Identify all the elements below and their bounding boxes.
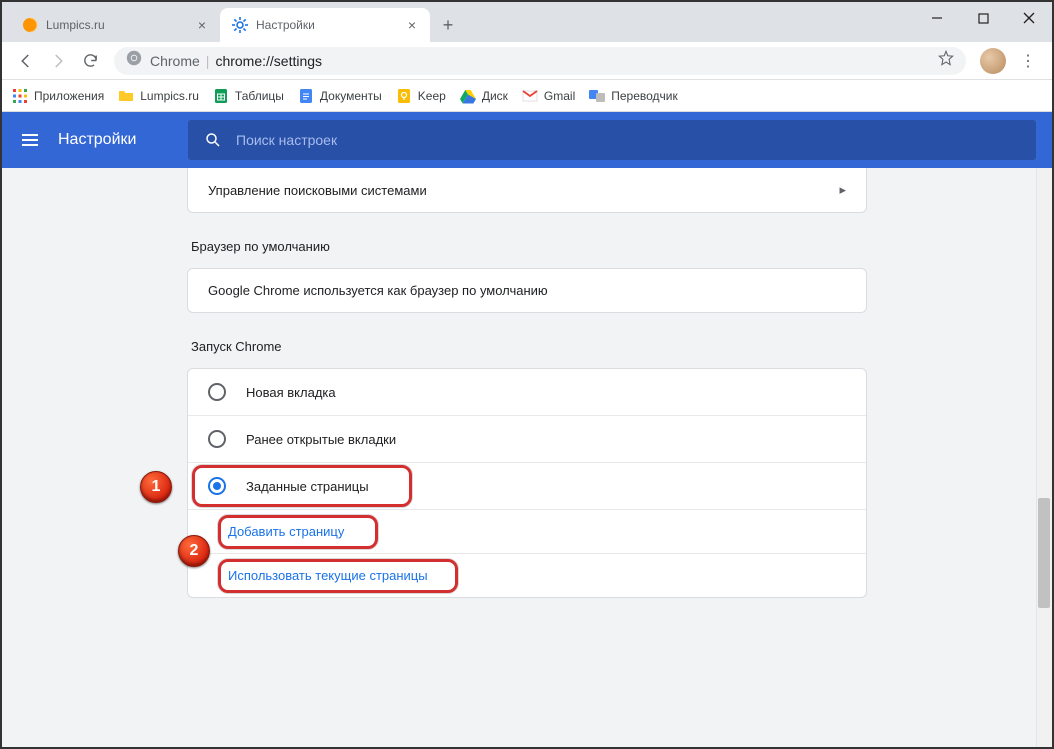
bookmark-label: Приложения (34, 89, 104, 103)
drive-icon (460, 88, 476, 104)
bookmark-label: Документы (320, 89, 382, 103)
menu-icon[interactable] (22, 134, 38, 146)
startup-option-newtab[interactable]: Новая вкладка (188, 369, 866, 415)
tab-lumpics[interactable]: Lumpics.ru × (10, 8, 220, 42)
lumpics-favicon (22, 17, 38, 33)
gear-icon (232, 17, 248, 33)
gmail-icon (522, 88, 538, 104)
radio-label: Заданные страницы (246, 479, 369, 494)
minimize-button[interactable] (914, 2, 960, 34)
tab-title: Lumpics.ru (46, 18, 194, 32)
add-page-link[interactable]: Добавить страницу (228, 524, 344, 539)
startup-heading: Запуск Chrome (191, 339, 863, 354)
radio-icon (208, 430, 226, 448)
tab-title: Настройки (256, 18, 404, 32)
profile-avatar[interactable] (980, 48, 1006, 74)
apps-shortcut[interactable]: Приложения (12, 88, 104, 104)
bookmark-label: Таблицы (235, 89, 284, 103)
bookmark-label: Gmail (544, 89, 575, 103)
bookmark-translate[interactable]: Переводчик (589, 88, 678, 104)
startup-option-continue[interactable]: Ранее открытые вкладки (188, 415, 866, 462)
reload-button[interactable] (74, 45, 106, 77)
row-label: Управление поисковыми системами (208, 183, 427, 198)
annotation-badge-2: 2 (178, 535, 210, 567)
scrollbar-thumb[interactable] (1038, 498, 1050, 608)
default-browser-heading: Браузер по умолчанию (191, 239, 863, 254)
settings-title: Настройки (58, 131, 136, 149)
manage-search-engines-row[interactable]: Управление поисковыми системами ▸ (188, 168, 866, 212)
toolbar: Chrome | chrome://settings ⋮ (2, 42, 1052, 80)
bookmark-drive[interactable]: Диск (460, 88, 508, 104)
close-window-button[interactable] (1006, 2, 1052, 34)
settings-header: Настройки (2, 112, 1052, 168)
row-label: Google Chrome используется как браузер п… (208, 283, 548, 298)
folder-icon (118, 88, 134, 104)
radio-label: Ранее открытые вкладки (246, 432, 396, 447)
menu-button[interactable]: ⋮ (1012, 45, 1044, 77)
radio-icon (208, 383, 226, 401)
address-bar[interactable]: Chrome | chrome://settings (114, 47, 966, 75)
bookmark-label: Lumpics.ru (140, 89, 199, 103)
chevron-right-icon: ▸ (839, 182, 846, 198)
address-scheme: Chrome (150, 53, 200, 69)
address-separator: | (206, 53, 210, 69)
bookmark-label: Переводчик (611, 89, 678, 103)
new-tab-button[interactable]: + (434, 11, 462, 39)
bookmark-star-icon[interactable] (938, 50, 954, 71)
default-browser-status-row: Google Chrome используется как браузер п… (188, 269, 866, 312)
use-current-link[interactable]: Использовать текущие страницы (228, 568, 428, 583)
settings-search-input[interactable] (236, 132, 1020, 148)
bookmark-lumpics[interactable]: Lumpics.ru (118, 88, 199, 104)
window-controls (914, 2, 1052, 42)
browser-window: Lumpics.ru × Настройки × + Chrome | ch (0, 0, 1054, 749)
sheets-icon (213, 88, 229, 104)
settings-content[interactable]: Управление поисковыми системами ▸ Браузе… (2, 168, 1052, 747)
back-button[interactable] (10, 45, 42, 77)
tab-settings[interactable]: Настройки × (220, 8, 430, 42)
bookmark-label: Диск (482, 89, 508, 103)
radio-label: Новая вкладка (246, 385, 336, 400)
tab-strip: Lumpics.ru × Настройки × + (2, 2, 1052, 42)
annotation-badge-1: 1 (140, 471, 172, 503)
forward-button[interactable] (42, 45, 74, 77)
radio-icon (208, 477, 226, 495)
keep-icon (396, 88, 412, 104)
settings-search[interactable] (188, 120, 1036, 160)
bookmarks-bar: Приложения Lumpics.ru Таблицы Документы … (2, 80, 1052, 112)
apps-grid-icon (12, 88, 28, 104)
chrome-logo-icon (126, 50, 142, 71)
close-icon[interactable]: × (404, 17, 420, 33)
add-page-row: Добавить страницу (188, 509, 866, 553)
translate-icon (589, 88, 605, 104)
docs-icon (298, 88, 314, 104)
startup-option-specific[interactable]: Заданные страницы (188, 462, 866, 509)
close-icon[interactable]: × (194, 17, 210, 33)
bookmark-label: Keep (418, 89, 446, 103)
bookmark-keep[interactable]: Keep (396, 88, 446, 104)
bookmark-sheets[interactable]: Таблицы (213, 88, 284, 104)
bookmark-gmail[interactable]: Gmail (522, 88, 575, 104)
bookmark-docs[interactable]: Документы (298, 88, 382, 104)
scrollbar[interactable] (1036, 168, 1052, 747)
address-url: chrome://settings (215, 53, 322, 69)
maximize-button[interactable] (960, 2, 1006, 34)
use-current-row: Использовать текущие страницы (188, 553, 866, 597)
